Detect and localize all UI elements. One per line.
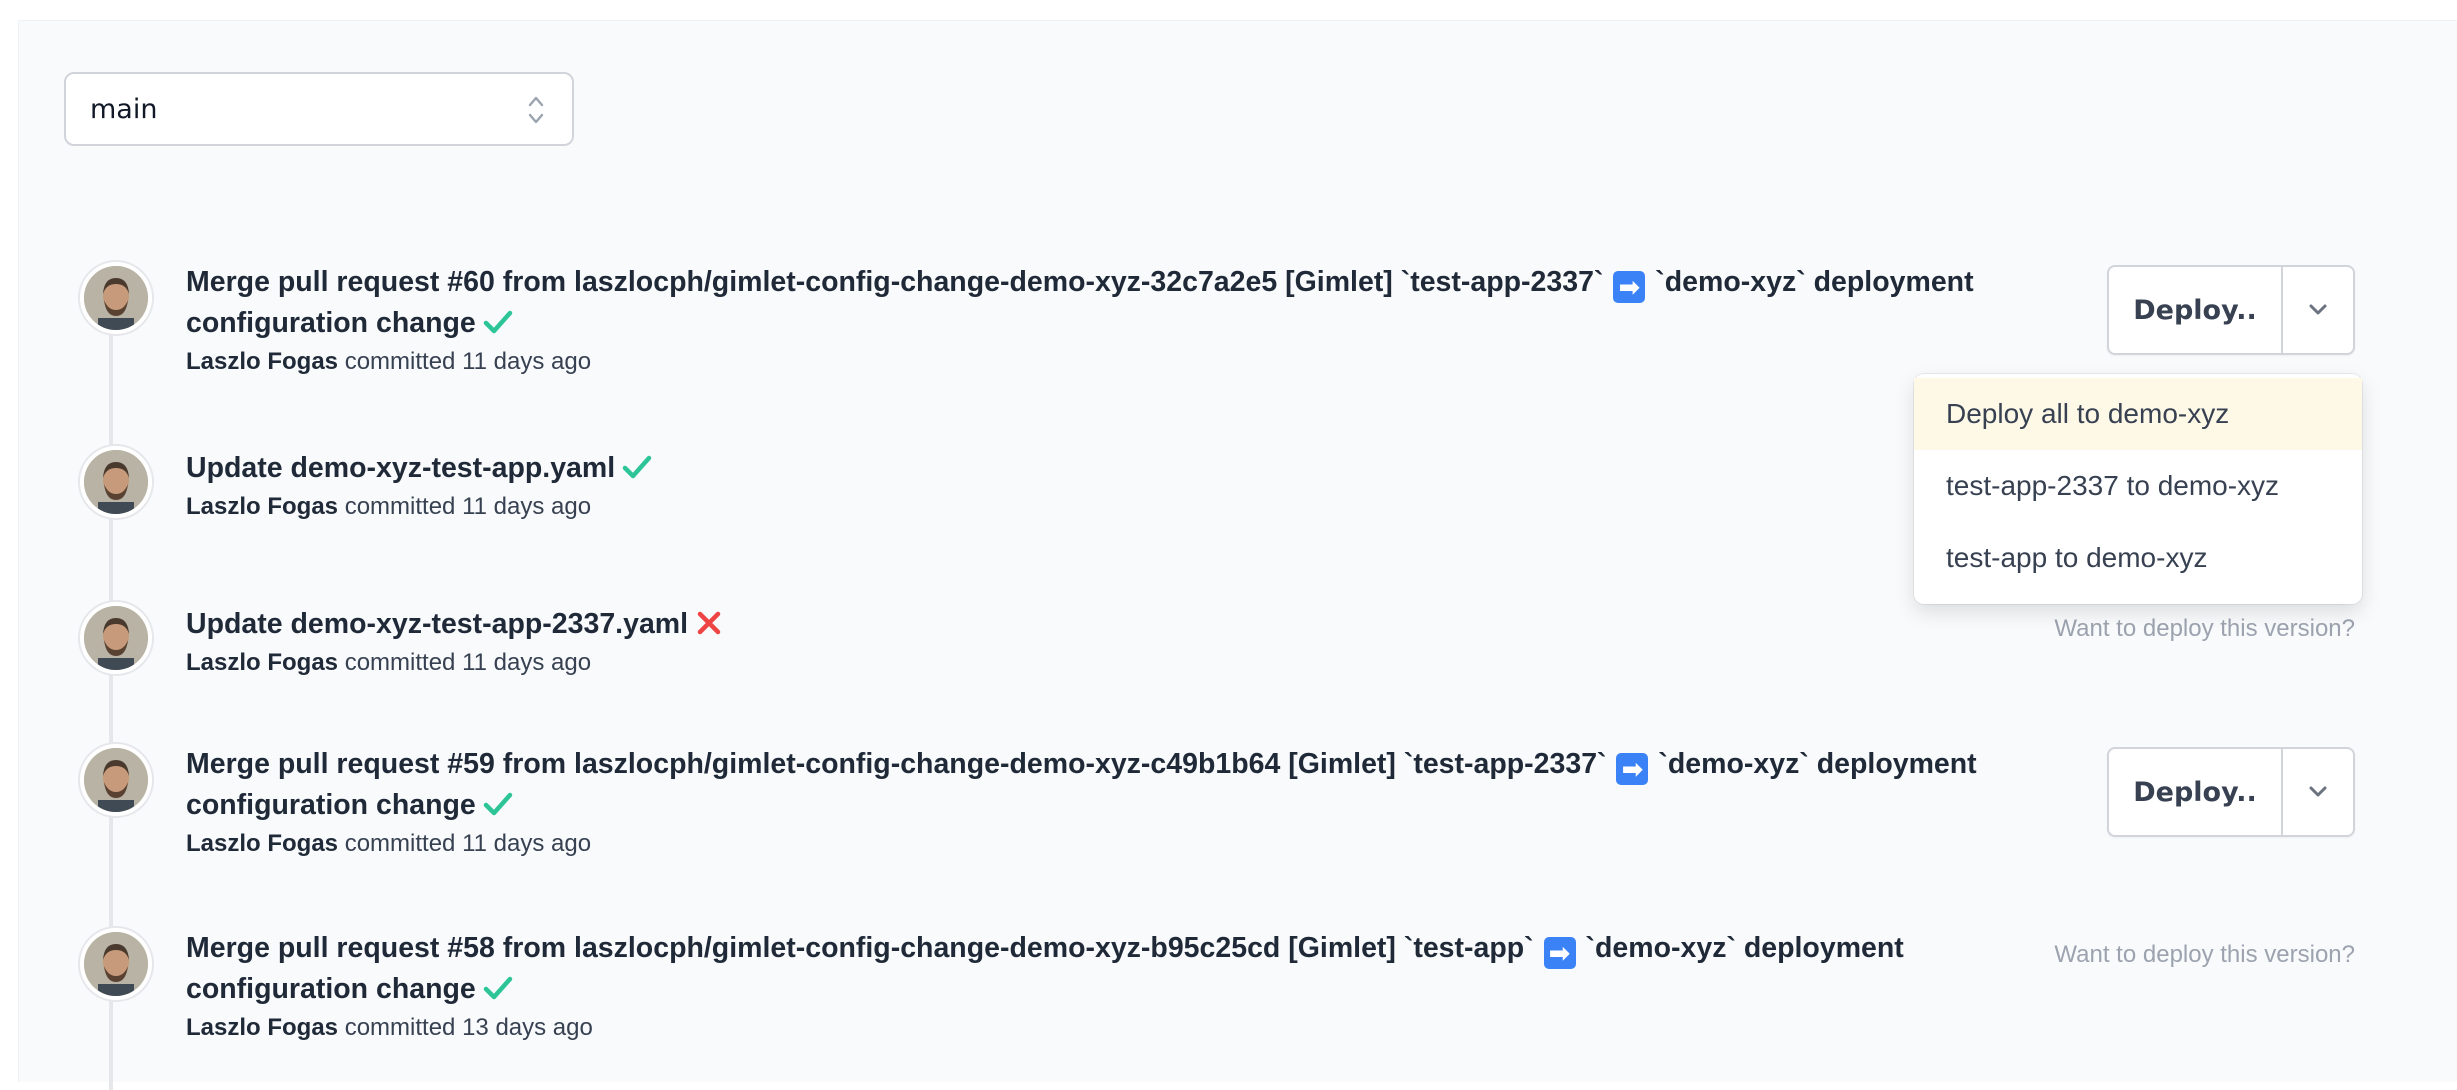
commit-title[interactable]: Merge pull request #58 from laszlocph/gi… [186,928,2056,1009]
arrow-right-icon: ➡ [1543,937,1576,969]
commit-meta: Laszlo Fogas committed 11 days ago [186,648,2056,678]
commit-title-text[interactable]: Update demo-xyz-test-app-2337.yaml [186,608,688,640]
arrow-right-icon: ➡ [1613,271,1646,303]
check-icon [483,310,513,334]
committed-label: committed [344,1014,456,1041]
cross-icon [697,611,721,635]
branch-select-value: main [90,93,158,125]
commit-meta: Laszlo Fogas committed 11 days ago [186,492,2056,522]
commit-body: Update demo-xyz-test-app.yaml Laszlo Fog… [186,448,2056,522]
deploy-split-button: Deploy.. [2107,265,2355,355]
commit-age: 11 days ago [462,649,592,676]
commit-body: Merge pull request #58 from laszlocph/gi… [186,928,2056,1043]
commit-age: 13 days ago [462,1014,593,1041]
commit-author: Laszlo Fogas [186,493,339,520]
commit-title[interactable]: Update demo-xyz-test-app.yaml [186,448,2056,488]
committed-label: committed [344,649,456,676]
avatar [80,602,152,674]
avatar [80,744,152,816]
check-icon [483,792,513,816]
commit-age: 11 days ago [462,830,592,857]
commit-body: Merge pull request #60 from laszlocph/gi… [186,262,2056,377]
chevron-down-icon [2309,304,2327,315]
commit-age: 11 days ago [462,348,592,375]
commit-title[interactable]: Update demo-xyz-test-app-2337.yaml [186,604,2056,644]
committed-label: committed [344,493,456,520]
menu-item-test-app-2337[interactable]: test-app-2337 to demo-xyz [1914,450,2362,522]
commit-author: Laszlo Fogas [186,348,339,375]
deploy-dropdown-menu: Deploy all to demo-xyz test-app-2337 to … [1914,374,2362,604]
commit-author: Laszlo Fogas [186,1014,339,1041]
commit-body: Merge pull request #59 from laszlocph/gi… [186,744,2056,859]
commit-title[interactable]: Merge pull request #59 from laszlocph/gi… [186,744,2056,825]
commit-meta: Laszlo Fogas committed 11 days ago [186,347,2056,377]
commit-title-text[interactable]: Merge pull request #58 from laszlocph/gi… [186,932,1534,964]
commit-title-text[interactable]: Merge pull request #60 from laszlocph/gi… [186,266,1603,298]
deploy-hint: Want to deploy this version? [2054,615,2355,642]
deploy-split-button: Deploy.. [2107,747,2355,837]
check-icon [483,976,513,1000]
committed-label: committed [344,348,456,375]
deploy-options-toggle[interactable] [2283,267,2353,353]
avatar [80,446,152,518]
commit-meta: Laszlo Fogas committed 11 days ago [186,829,2056,859]
deploy-hint: Want to deploy this version? [2054,941,2355,968]
deploy-button[interactable]: Deploy.. [2109,749,2283,835]
chevron-up-down-icon [528,96,544,124]
menu-item-test-app[interactable]: test-app to demo-xyz [1914,522,2362,594]
avatar [80,262,152,334]
commit-title-text[interactable]: Merge pull request #59 from laszlocph/gi… [186,748,1607,780]
commit-title[interactable]: Merge pull request #60 from laszlocph/gi… [186,262,2056,343]
avatar [80,928,152,1000]
commit-title-text[interactable]: Update demo-xyz-test-app.yaml [186,452,615,484]
commit-meta: Laszlo Fogas committed 13 days ago [186,1013,2056,1043]
deploy-options-toggle[interactable] [2283,749,2353,835]
commit-age: 11 days ago [462,493,592,520]
menu-item-deploy-all[interactable]: Deploy all to demo-xyz [1914,378,2362,450]
commit-author: Laszlo Fogas [186,649,339,676]
check-icon [622,455,652,479]
arrow-right-icon: ➡ [1616,753,1649,785]
chevron-down-icon [2309,786,2327,797]
commit-author: Laszlo Fogas [186,830,339,857]
committed-label: committed [344,830,456,857]
branch-select[interactable]: main [64,72,574,146]
commit-body: Update demo-xyz-test-app-2337.yaml Laszl… [186,604,2056,678]
deploy-button[interactable]: Deploy.. [2109,267,2283,353]
